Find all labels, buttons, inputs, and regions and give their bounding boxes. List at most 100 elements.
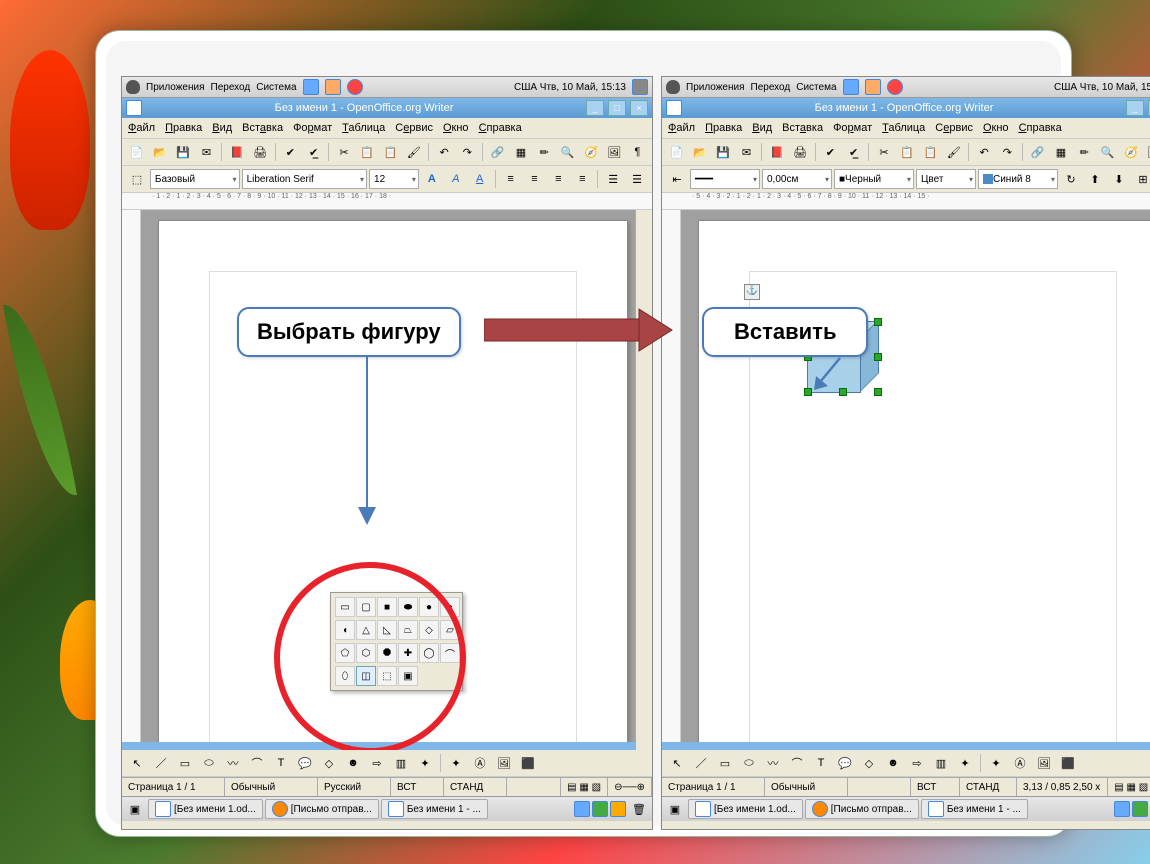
symbols-icon[interactable]: ☻ xyxy=(342,752,364,774)
ruler-horizontal[interactable]: · 5 · 4 · 3 · 2 · 1 · 2 · 1 · 2 · 3 · 4 … xyxy=(662,193,1150,210)
menu-system[interactable]: Система xyxy=(256,82,296,93)
gnome-foot-icon[interactable] xyxy=(126,80,140,94)
shapes-icon[interactable]: ◇ xyxy=(858,752,880,774)
task-1[interactable]: [Без имени 1.od... xyxy=(688,799,803,819)
show-desktop-icon[interactable]: ▣ xyxy=(124,798,146,820)
shape-triangle[interactable]: △ xyxy=(356,620,376,640)
link-icon[interactable]: 🔗 xyxy=(1027,141,1048,163)
freeform-icon[interactable]: 〰 xyxy=(222,752,244,774)
ellipse-icon[interactable]: ⬭ xyxy=(738,752,760,774)
brush-icon[interactable]: 🖌 xyxy=(403,141,424,163)
mail-icon[interactable]: ✉ xyxy=(196,141,217,163)
menu-places[interactable]: Переход xyxy=(751,82,791,93)
gallery-icon[interactable]: 🖼 xyxy=(603,141,624,163)
scrollbar-horizontal[interactable] xyxy=(662,742,1150,750)
print-icon[interactable]: 🖨 xyxy=(249,141,270,163)
browser-icon[interactable] xyxy=(303,79,319,95)
trash-icon[interactable]: 🗑 xyxy=(628,798,650,820)
navigator-icon[interactable]: 🧭 xyxy=(1120,141,1141,163)
extrude-icon[interactable]: ⬛ xyxy=(1057,752,1079,774)
task-1[interactable]: [Без имени 1.od... xyxy=(148,799,263,819)
menu-table[interactable]: Таблица xyxy=(882,122,925,134)
points-icon[interactable]: ✦ xyxy=(445,752,467,774)
text-icon[interactable]: T xyxy=(270,752,292,774)
curve-icon[interactable]: ⌒ xyxy=(786,752,808,774)
find-icon[interactable]: 🔍 xyxy=(557,141,578,163)
ruler-vertical[interactable] xyxy=(122,210,141,750)
tray-icon-1[interactable] xyxy=(574,801,590,817)
flowchart-icon[interactable]: ▥ xyxy=(930,752,952,774)
styles-icon[interactable]: ⬚ xyxy=(126,168,148,190)
ellipse-icon[interactable]: ⬭ xyxy=(198,752,220,774)
menu-tools[interactable]: Сервис xyxy=(935,122,973,134)
table-icon[interactable]: ▦ xyxy=(1050,141,1071,163)
menu-file[interactable]: Файл xyxy=(128,122,155,134)
help-icon[interactable] xyxy=(325,79,341,95)
fill-type-dropdown[interactable]: Цвет xyxy=(916,169,976,189)
menu-window[interactable]: Окно xyxy=(983,122,1009,134)
paste-icon[interactable]: 📋 xyxy=(920,141,941,163)
fontwork-icon[interactable]: Ⓐ xyxy=(1009,752,1031,774)
mail-icon[interactable]: ✉ xyxy=(736,141,757,163)
toback-icon[interactable]: ⬇ xyxy=(1108,168,1130,190)
menu-places[interactable]: Переход xyxy=(211,82,251,93)
status-view-icons[interactable]: ▤ ▦ ▧ xyxy=(1108,778,1150,796)
fill-color-dropdown[interactable]: Синий 8 xyxy=(978,169,1058,189)
new-icon[interactable]: 📄 xyxy=(126,141,147,163)
shape-octagon[interactable]: ⯃ xyxy=(377,643,397,663)
menu-file[interactable]: Файл xyxy=(668,122,695,134)
scrollbar-horizontal[interactable] xyxy=(122,742,636,750)
shape-arc[interactable]: ⌒ xyxy=(440,643,460,663)
align-icon[interactable]: ⊞ xyxy=(1132,168,1150,190)
menu-applications[interactable]: Приложения xyxy=(686,82,745,93)
new-icon[interactable]: 📄 xyxy=(666,141,687,163)
shape-folded[interactable]: ⬚ xyxy=(377,666,397,686)
cut-icon[interactable]: ✂ xyxy=(873,141,894,163)
undo-icon[interactable]: ↶ xyxy=(433,141,454,163)
align-justify-icon[interactable]: ≡ xyxy=(571,168,593,190)
shape-ellipse[interactable]: ⬬ xyxy=(398,597,418,617)
line-icon[interactable]: ／ xyxy=(150,752,172,774)
tray-icon-2[interactable] xyxy=(1132,801,1148,817)
copy-icon[interactable]: 📋 xyxy=(357,141,378,163)
select-icon[interactable]: ↖ xyxy=(666,752,688,774)
shape-square[interactable]: ■ xyxy=(377,597,397,617)
menu-view[interactable]: Вид xyxy=(212,122,232,134)
style-dropdown[interactable]: Базовый xyxy=(150,169,240,189)
nonprint-icon[interactable]: ¶ xyxy=(627,141,648,163)
tofront-icon[interactable]: ⬆ xyxy=(1084,168,1106,190)
callout-icon[interactable]: 💬 xyxy=(294,752,316,774)
menu-system[interactable]: Система xyxy=(796,82,836,93)
status-view-icons[interactable]: ▤ ▦ ▧ xyxy=(561,778,608,796)
arrow-start-icon[interactable]: ⇤ xyxy=(666,168,688,190)
paste-icon[interactable]: 📋 xyxy=(380,141,401,163)
shape-trapezoid[interactable]: ⏢ xyxy=(398,620,418,640)
shape-cube[interactable]: ◫ xyxy=(356,666,376,686)
line-width-dropdown[interactable]: 0,00см xyxy=(762,169,832,189)
line-style-dropdown[interactable]: ━━━ xyxy=(690,169,760,189)
shape-hexagon[interactable]: ⬡ xyxy=(356,643,376,663)
align-center-icon[interactable]: ≡ xyxy=(524,168,546,190)
rect-icon[interactable]: ▭ xyxy=(174,752,196,774)
tray-icon-3[interactable] xyxy=(610,801,626,817)
autospell-icon[interactable]: ✔̲ xyxy=(303,141,324,163)
extrude-icon[interactable]: ⬛ xyxy=(517,752,539,774)
menu-view[interactable]: Вид xyxy=(752,122,772,134)
redo-icon[interactable]: ↷ xyxy=(457,141,478,163)
shape-frame[interactable]: ▣ xyxy=(398,666,418,686)
browser-icon[interactable] xyxy=(843,79,859,95)
open-icon[interactable]: 📂 xyxy=(149,141,170,163)
shapes-icon[interactable]: ◇ xyxy=(318,752,340,774)
minimize-button[interactable]: _ xyxy=(586,100,604,116)
cut-icon[interactable]: ✂ xyxy=(333,141,354,163)
menu-help[interactable]: Справка xyxy=(1019,122,1062,134)
italic-icon[interactable]: A xyxy=(445,168,467,190)
shape-circle[interactable]: ● xyxy=(419,597,439,617)
status-ins[interactable]: ВСТ xyxy=(391,778,444,796)
curve-icon[interactable]: ⌒ xyxy=(246,752,268,774)
task-2[interactable]: [Письмо отправ... xyxy=(265,799,379,819)
symbols-icon[interactable]: ☻ xyxy=(882,752,904,774)
task-3[interactable]: Без имени 1 - ... xyxy=(921,799,1028,819)
undo-icon[interactable]: ↶ xyxy=(973,141,994,163)
clock[interactable]: США Чтв, 10 Май, 15:13 xyxy=(514,82,626,93)
